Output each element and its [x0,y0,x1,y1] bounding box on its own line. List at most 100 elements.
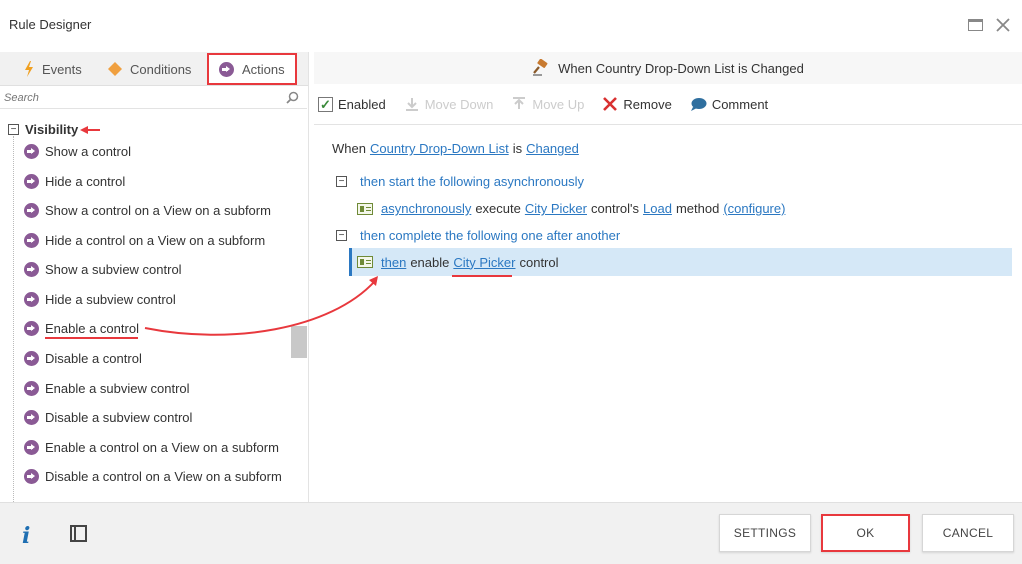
action1-method-word: method [675,201,720,216]
gavel-icon [533,59,548,76]
search-icon[interactable] [286,91,299,104]
maximize-icon [967,19,983,31]
info-icon[interactable]: i [22,523,30,549]
move-down-button[interactable]: Move Down [404,96,494,112]
settings-button[interactable]: SETTINGS [719,514,811,552]
remove-button[interactable]: Remove [602,96,672,112]
maximize-button[interactable] [966,16,984,34]
city-picker-link-2[interactable]: City Picker [453,255,515,270]
enabled-checkbox[interactable]: ✓ [318,96,333,112]
tab-events-label: Events [42,61,82,77]
rule-toolbar: ✓ Enabled Move Down Move Up Remove Comme… [314,90,1022,118]
tree-item-label: Disable a control on a View on a subform [45,469,282,484]
action-tag-icon [357,256,373,268]
rule-body: When Country Drop-Down List is Changed −… [314,124,1022,502]
tree-item-hide-control-subform[interactable]: Hide a control on a View on a subform [24,233,265,248]
action2-suffix: control [519,254,559,270]
close-icon [996,18,1010,32]
load-method-link[interactable]: Load [643,201,672,216]
action-icon [24,351,39,366]
tree-item-disable-subview[interactable]: Disable a subview control [24,410,192,425]
tree-item-label: Show a control on a View on a subform [45,203,271,218]
cancel-button[interactable]: CANCEL [922,514,1014,552]
action1-controls: control's [591,201,640,216]
tree-guide-line [13,136,14,502]
tab-conditions[interactable]: Conditions [108,52,191,86]
block1-row[interactable]: − then start the following asynchronousl… [336,174,584,189]
search-input[interactable] [4,89,280,107]
rule-header: When Country Drop-Down List is Changed [314,52,1022,84]
tab-bar: Events Conditions Actions [0,52,308,86]
arrow-circle-icon [219,61,234,77]
action-icon [24,381,39,396]
configure-link[interactable]: (configure) [723,201,785,216]
tree-item-enable-control[interactable]: Enable a control [24,321,139,336]
tree-item-show-control[interactable]: Show a control [24,144,131,159]
tree-item-hide-subview[interactable]: Hide a subview control [24,292,176,307]
footer: i SETTINGS OK CANCEL [0,502,1022,564]
then-link[interactable]: then [381,255,406,270]
tree-item-label: Disable a subview control [45,410,193,425]
move-down-icon [405,98,418,111]
rule-title: When Country Drop-Down List is Changed [558,60,804,76]
tree-group-label: Visibility [25,122,79,137]
panel-toggle-icon[interactable] [70,525,87,542]
action1-execute: execute [475,201,521,216]
enabled-toggle[interactable]: ✓ Enabled [318,96,386,112]
collapse-icon[interactable]: − [336,176,347,187]
comment-icon [690,97,707,111]
move-up-icon [513,97,526,109]
action-icon [24,203,39,218]
tab-actions[interactable]: Actions [207,53,297,85]
move-up-button[interactable]: Move Up [511,96,584,112]
lightning-icon [25,61,33,77]
tree-item-hide-control[interactable]: Hide a control [24,174,125,189]
when-control-link[interactable]: Country Drop-Down List [370,141,509,156]
block1-label[interactable]: then start the following asynchronously [360,174,584,189]
tree-item-show-control-subform[interactable]: Show a control on a View on a subform [24,203,271,218]
async-link[interactable]: asynchronously [381,201,471,216]
search-box [0,87,307,109]
tree-item-show-subview[interactable]: Show a subview control [24,262,182,277]
left-pane: Events Conditions Actions − Visibility S… [0,52,309,502]
tree-item-label: Enable a subview control [45,381,190,396]
tree-item-label: Show a subview control [45,262,182,277]
tab-events[interactable]: Events [24,52,82,86]
tree-item-enable-subview[interactable]: Enable a subview control [24,381,190,396]
tree-item-label: Disable a control [45,351,142,366]
tree-item-label: Show a control [45,144,131,159]
when-event-link[interactable]: Changed [526,141,579,156]
when-row: When Country Drop-Down List is Changed [332,141,579,156]
tree-item-label: Enable a control on a View on a subform [45,440,279,455]
action1-row[interactable]: asynchronously execute City Picker contr… [357,201,785,216]
action2-enable: enable [410,254,450,270]
action-icon [24,469,39,484]
close-button[interactable] [994,16,1012,34]
tab-actions-label: Actions [242,61,285,77]
block2-label[interactable]: then complete the following one after an… [360,228,620,243]
action-icon [24,262,39,277]
collapse-icon[interactable]: − [8,124,19,135]
ok-button[interactable]: OK [821,514,910,552]
action-icon [24,440,39,455]
window-title: Rule Designer [9,17,92,32]
remove-icon [603,97,618,111]
tree-item-disable-control[interactable]: Disable a control [24,351,142,366]
tree-item-disable-control-subform[interactable]: Disable a control on a View on a subform [24,469,282,484]
action-icon [24,321,39,336]
action-icon [24,292,39,307]
scrollbar-thumb[interactable] [291,326,307,358]
action-icon [24,233,39,248]
move-down-label: Move Down [424,96,494,112]
block2-row[interactable]: − then complete the following one after … [336,228,620,243]
when-mid: is [512,141,523,156]
tree-group-visibility[interactable]: − Visibility [8,122,78,137]
title-bar: Rule Designer [0,0,1022,52]
comment-button[interactable]: Comment [690,97,768,112]
tab-conditions-label: Conditions [130,61,192,77]
action2-row[interactable]: then enable City Picker control [349,248,1012,276]
tree-item-enable-control-subform[interactable]: Enable a control on a View on a subform [24,440,279,455]
city-picker-link[interactable]: City Picker [525,201,587,216]
collapse-icon[interactable]: − [336,230,347,241]
diamond-icon [108,62,122,76]
